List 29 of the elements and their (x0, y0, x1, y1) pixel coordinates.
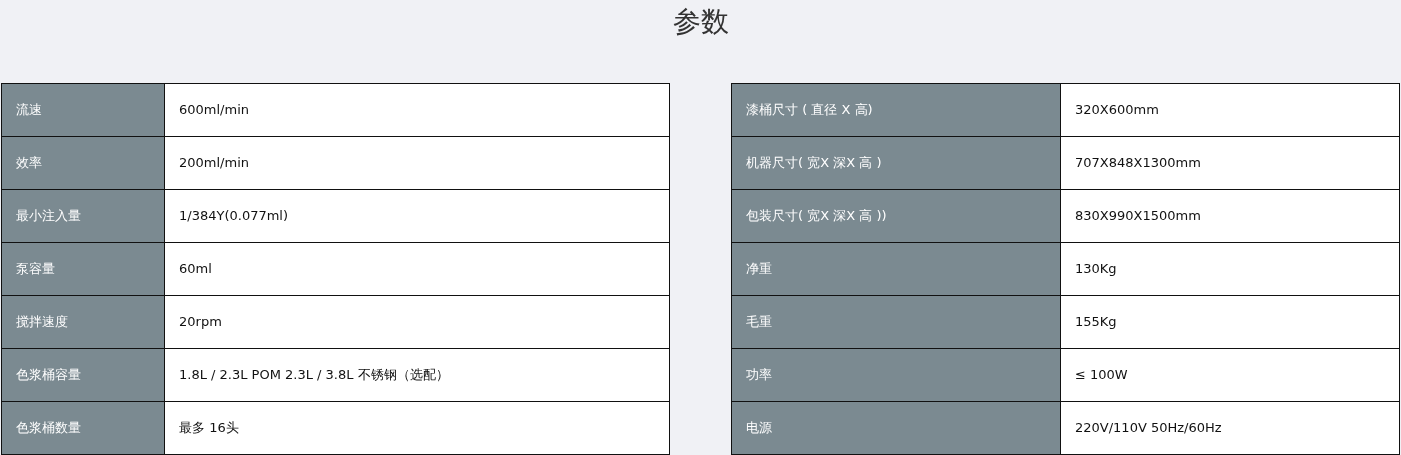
spec-value: 220V/110V 50Hz/60Hz (1060, 401, 1400, 455)
spec-value: 200ml/min (164, 136, 670, 190)
spec-label: 净重 (731, 242, 1061, 296)
spec-label: 机器尺寸( 宽X 深X 高 ) (731, 136, 1061, 190)
spec-label: 流速 (1, 83, 165, 137)
spec-value: 1/384Y(0.077ml) (164, 189, 670, 243)
spec-label: 漆桶尺寸 ( 直径 X 高) (731, 83, 1061, 137)
spec-label: 搅拌速度 (1, 295, 165, 349)
spec-value: 130Kg (1060, 242, 1400, 296)
spec-label: 色浆桶数量 (1, 401, 165, 455)
spec-value: 20rpm (164, 295, 670, 349)
spec-label: 色浆桶容量 (1, 348, 165, 402)
spec-value: 600ml/min (164, 83, 670, 137)
spec-value: 最多 16头 (164, 401, 670, 455)
spec-label: 毛重 (731, 295, 1061, 349)
spec-label: 功率 (731, 348, 1061, 402)
spec-value: 60ml (164, 242, 670, 296)
spec-label: 最小注入量 (1, 189, 165, 243)
spec-value: 1.8L / 2.3L POM 2.3L / 3.8L 不锈钢（选配） (164, 348, 670, 402)
spec-value: ≤ 100W (1060, 348, 1400, 402)
spec-label: 包装尺寸( 宽X 深X 高 )) (731, 189, 1061, 243)
spec-label: 效率 (1, 136, 165, 190)
spec-value: 320X600mm (1060, 83, 1400, 137)
spec-value: 830X990X1500mm (1060, 189, 1400, 243)
spec-value: 155Kg (1060, 295, 1400, 349)
spec-label: 泵容量 (1, 242, 165, 296)
spec-label: 电源 (731, 401, 1061, 455)
page-title: 参数 (671, 4, 730, 40)
spec-value: 707X848X1300mm (1060, 136, 1400, 190)
